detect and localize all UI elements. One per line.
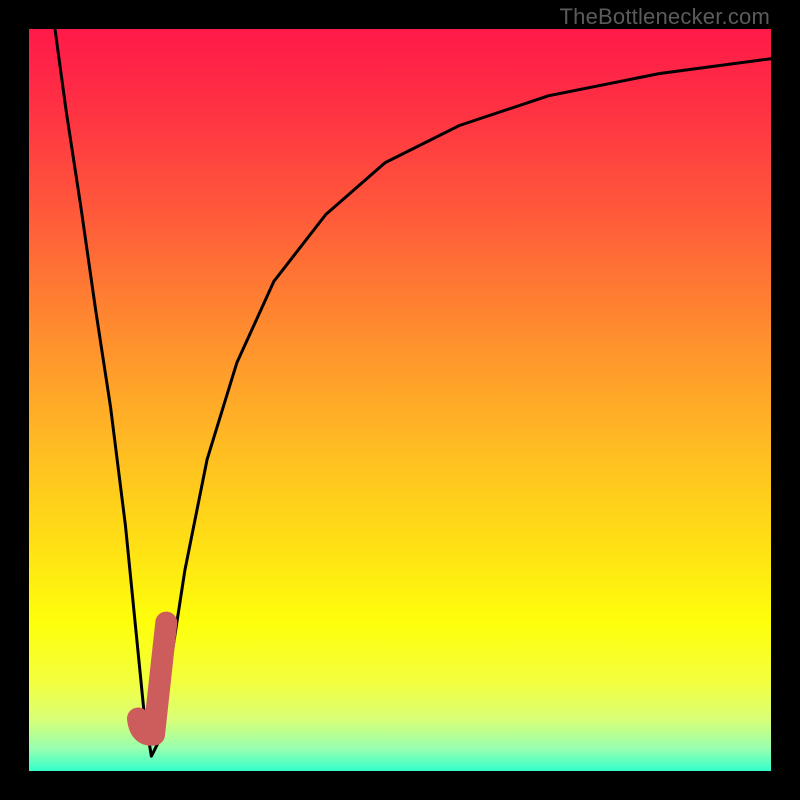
plot-area xyxy=(29,29,771,771)
chart-frame: TheBottlenecker.com xyxy=(0,0,800,800)
chart-svg xyxy=(29,29,771,771)
watermark-text: TheBottlenecker.com xyxy=(560,4,770,30)
target-marker xyxy=(138,623,166,735)
